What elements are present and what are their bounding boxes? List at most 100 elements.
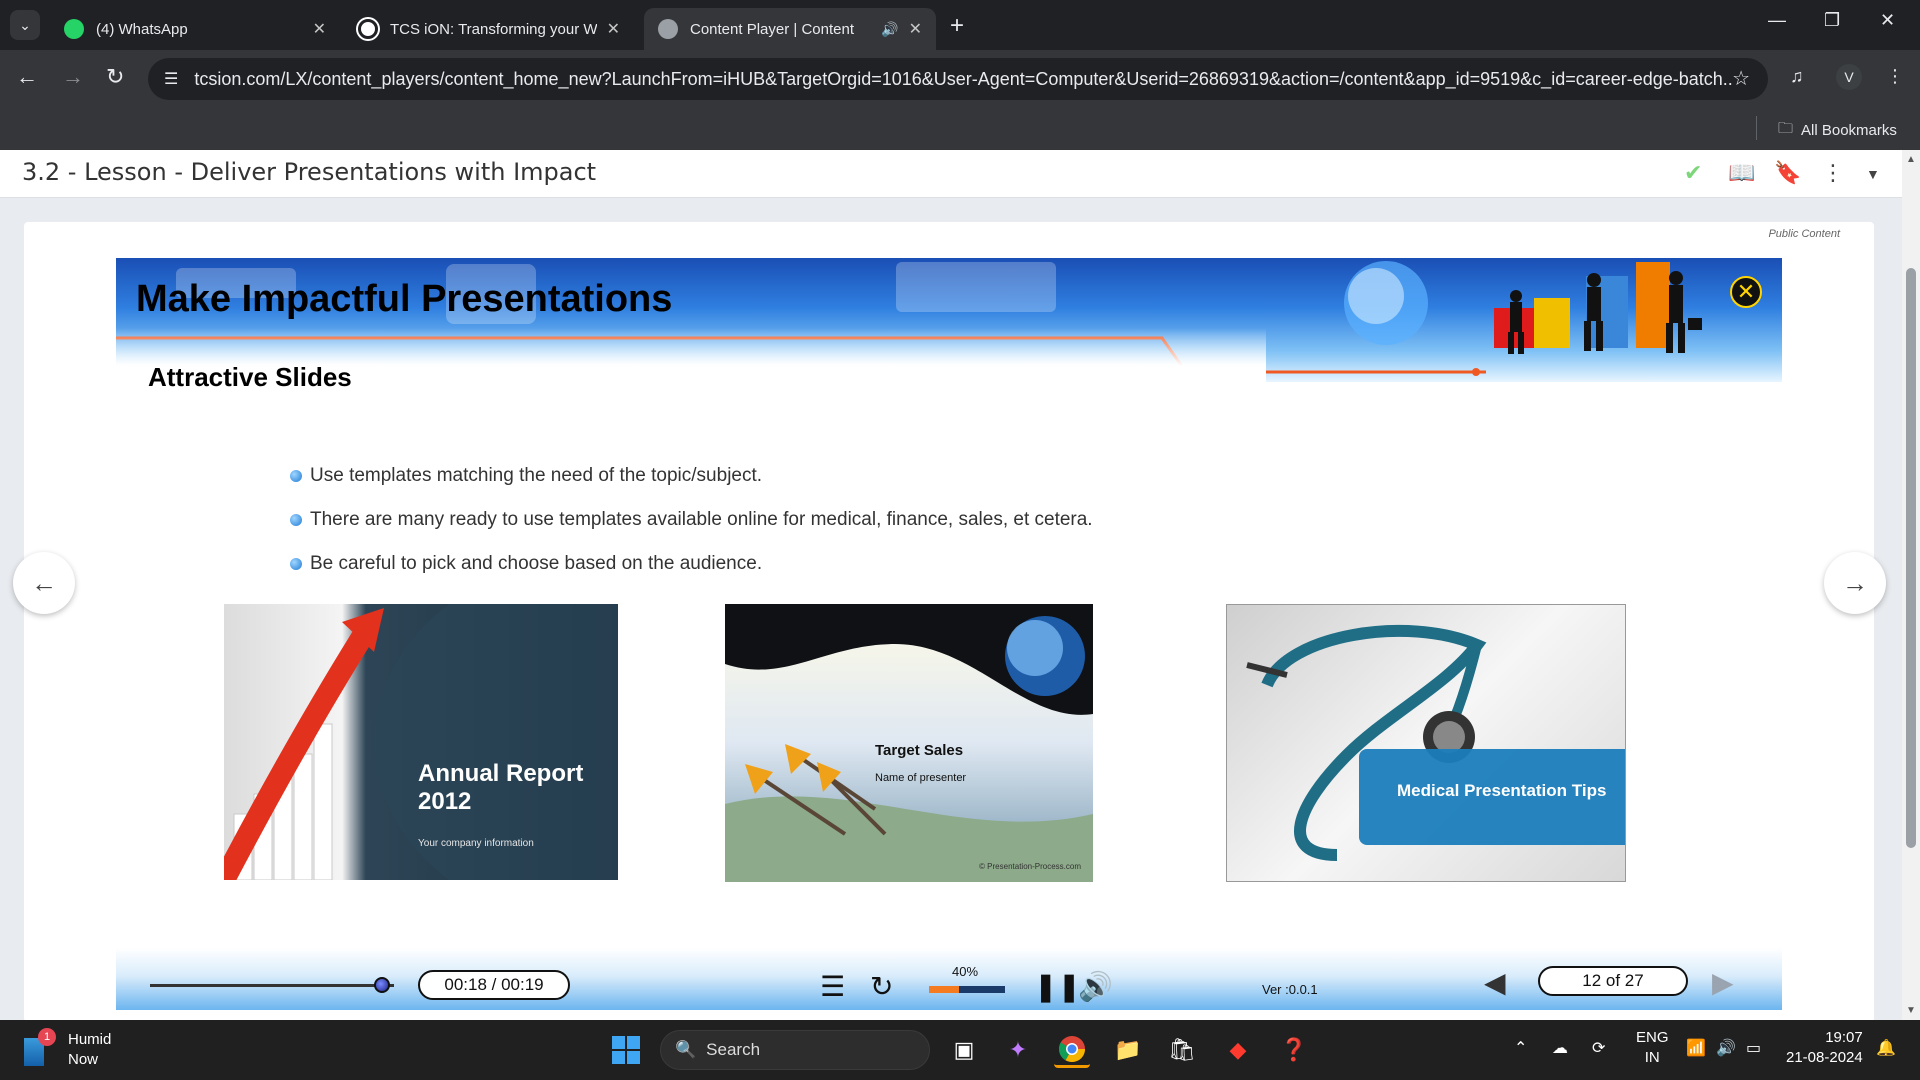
player-bar: 00:18 / 00:19 ☰ ↻ 40% ❚❚ 🔊 Ver :0.0.1 ◀ … [116, 948, 1782, 1010]
bullet-icon [290, 514, 302, 526]
volume-icon[interactable]: 🔊 [1716, 1038, 1736, 1058]
notification-badge: 1 [38, 1028, 56, 1046]
tab-content-player[interactable]: Content Player | Content 🔊 ✕ [644, 8, 936, 50]
wifi-icon[interactable]: 📶 [1686, 1038, 1706, 1058]
close-icon[interactable]: ✕ [1730, 276, 1762, 308]
start-icon[interactable] [608, 1032, 644, 1068]
bookmark-icon[interactable]: 🔖 [1774, 160, 1801, 186]
media-control-icon[interactable]: ♫ [1790, 66, 1804, 87]
tab-title: (4) WhatsApp [96, 20, 188, 38]
public-content-label: Public Content [1768, 228, 1840, 240]
all-bookmarks-label: All Bookmarks [1801, 122, 1897, 139]
chrome-logo [1058, 1035, 1086, 1062]
minimize-button[interactable]: — [1768, 10, 1786, 31]
close-tab-icon[interactable]: ✕ [909, 19, 922, 39]
weather-widget[interactable]: 1 Humid Now [24, 1028, 112, 1070]
target-sales-caption: Name of presenter [875, 772, 967, 784]
next-arrow-button[interactable]: → [1824, 552, 1886, 614]
weather-time: Now [68, 1051, 99, 1068]
bullet-icon [290, 470, 302, 482]
target-sales-template-image: Target Sales Name of presenter © Present… [725, 604, 1093, 882]
replay-icon[interactable]: ↻ [870, 970, 893, 1003]
book-icon[interactable]: 📖 [1728, 160, 1755, 186]
close-window-button[interactable]: ✕ [1880, 10, 1895, 31]
site-info-icon[interactable]: ☰ [164, 69, 178, 89]
battery-icon[interactable]: ▭ [1746, 1038, 1761, 1058]
chevron-up-icon[interactable]: ⌃ [1514, 1038, 1527, 1058]
lesson-title: 3.2 - Lesson - Deliver Presentations wit… [22, 158, 597, 186]
version-label: Ver :0.0.1 [1262, 982, 1318, 997]
taskbar-search[interactable]: 🔍 Search [660, 1030, 930, 1070]
thumbnail-title: Annual Report 2012 [418, 760, 583, 816]
list-item: Use templates matching the need of the t… [290, 454, 1093, 498]
language-indicator[interactable]: ENG IN [1636, 1028, 1669, 1068]
target-sales-credit: © Presentation-Process.com [979, 862, 1081, 871]
more-options-icon[interactable]: ⋮ [1822, 160, 1844, 186]
address-bar[interactable]: ☰ tcsion.com/LX/content_players/content_… [148, 58, 1768, 100]
forward-button[interactable]: → [62, 64, 84, 90]
previous-arrow-button[interactable]: ← [13, 552, 75, 614]
browser-toolbar: ← → ↻ ☰ tcsion.com/LX/content_players/co… [0, 50, 1920, 108]
scroll-down-icon[interactable]: ▼ [1906, 1005, 1916, 1016]
medical-title: Medical Presentation Tips [1397, 781, 1607, 800]
list-item: There are many ready to use templates av… [290, 498, 1093, 542]
tab-tcs[interactable]: TCS iON: Transforming your Wo ✕ [344, 8, 634, 50]
restore-button[interactable]: ❐ [1824, 10, 1840, 31]
onedrive-icon[interactable]: ☁ [1552, 1038, 1568, 1058]
taskbar: 1 Humid Now 🔍 Search ▣ ✦ 📁 🛍 ◆ ❓ ⌃ ☁ ⟳ E… [0, 1020, 1920, 1080]
folder-icon: 🗀 [1778, 120, 1794, 137]
browser-menu-icon[interactable]: ⋮ [1886, 66, 1904, 87]
tab-search-button[interactable]: ⌄ [10, 10, 40, 40]
next-slide-icon[interactable]: ▶ [1712, 966, 1734, 999]
menu-list-icon[interactable]: ☰ [820, 970, 845, 1003]
copilot-icon[interactable]: ✦ [1000, 1032, 1036, 1068]
bookmark-star-icon[interactable]: ☆ [1732, 66, 1750, 91]
tab-title: TCS iON: Transforming your Wo [390, 20, 597, 38]
tab-whatsapp[interactable]: (4) WhatsApp ✕ [50, 8, 340, 50]
completed-check-icon: ✔ [1684, 160, 1703, 185]
tcs-icon [358, 19, 378, 39]
pause-icon[interactable]: ❚❚ [1034, 970, 1081, 1003]
lesson-header: 3.2 - Lesson - Deliver Presentations wit… [0, 150, 1902, 198]
tab-title: Content Player | Content [690, 20, 854, 38]
bookmarks-bar: 🗀 All Bookmarks [0, 108, 1920, 150]
task-view-icon[interactable]: ▣ [946, 1032, 982, 1068]
bullet-icon [290, 558, 302, 570]
url-text[interactable]: tcsion.com/LX/content_players/content_ho… [194, 69, 1734, 90]
tab-strip: ⌄ (4) WhatsApp ✕ TCS iON: Transforming y… [0, 0, 1920, 50]
globe-icon [658, 19, 678, 39]
bullet-text: Be careful to pick and choose based on t… [310, 553, 763, 574]
new-tab-button[interactable]: + [950, 12, 964, 40]
app-icon[interactable]: ◆ [1220, 1032, 1256, 1068]
language-label: ENG [1636, 1029, 1669, 1046]
volume-slider[interactable] [929, 986, 1005, 993]
slide-banner: Make Impactful Presentations ✕ [116, 258, 1782, 382]
sync-icon[interactable]: ⟳ [1592, 1038, 1605, 1058]
bullet-list: Use templates matching the need of the t… [290, 454, 1093, 586]
close-tab-icon[interactable]: ✕ [607, 19, 620, 39]
scroll-thumb[interactable] [1906, 268, 1916, 848]
notification-bell-icon[interactable]: 🔔 [1876, 1038, 1896, 1058]
weather-label: Humid [68, 1031, 112, 1048]
previous-slide-icon[interactable]: ◀ [1484, 966, 1506, 999]
help-icon[interactable]: ❓ [1276, 1032, 1312, 1068]
close-tab-icon[interactable]: ✕ [313, 19, 326, 39]
back-button[interactable]: ← [16, 64, 38, 90]
chevron-down-icon[interactable]: ▼ [1866, 166, 1880, 182]
system-clock[interactable]: 19:07 21-08-2024 [1786, 1028, 1863, 1068]
seek-handle[interactable] [373, 977, 390, 993]
speaker-icon[interactable]: 🔊 [1078, 970, 1113, 1003]
page-indicator: 12 of 27 [1538, 966, 1688, 996]
file-explorer-icon[interactable]: 📁 [1110, 1032, 1146, 1068]
reload-button[interactable]: ↻ [106, 64, 124, 90]
scroll-up-icon[interactable]: ▲ [1906, 154, 1916, 165]
chrome-icon[interactable] [1054, 1032, 1090, 1068]
profile-avatar[interactable]: V [1836, 64, 1862, 90]
store-icon[interactable]: 🛍 [1164, 1032, 1200, 1068]
page-scrollbar[interactable]: ▲ ▼ [1902, 150, 1920, 1020]
slide: Make Impactful Presentations ✕ Attractiv… [116, 258, 1782, 1008]
all-bookmarks-button[interactable]: 🗀 All Bookmarks [1778, 118, 1897, 143]
speaker-icon[interactable]: 🔊 [881, 21, 898, 38]
seek-bar[interactable] [150, 984, 394, 987]
slide-banner-title: Make Impactful Presentations [136, 278, 673, 320]
